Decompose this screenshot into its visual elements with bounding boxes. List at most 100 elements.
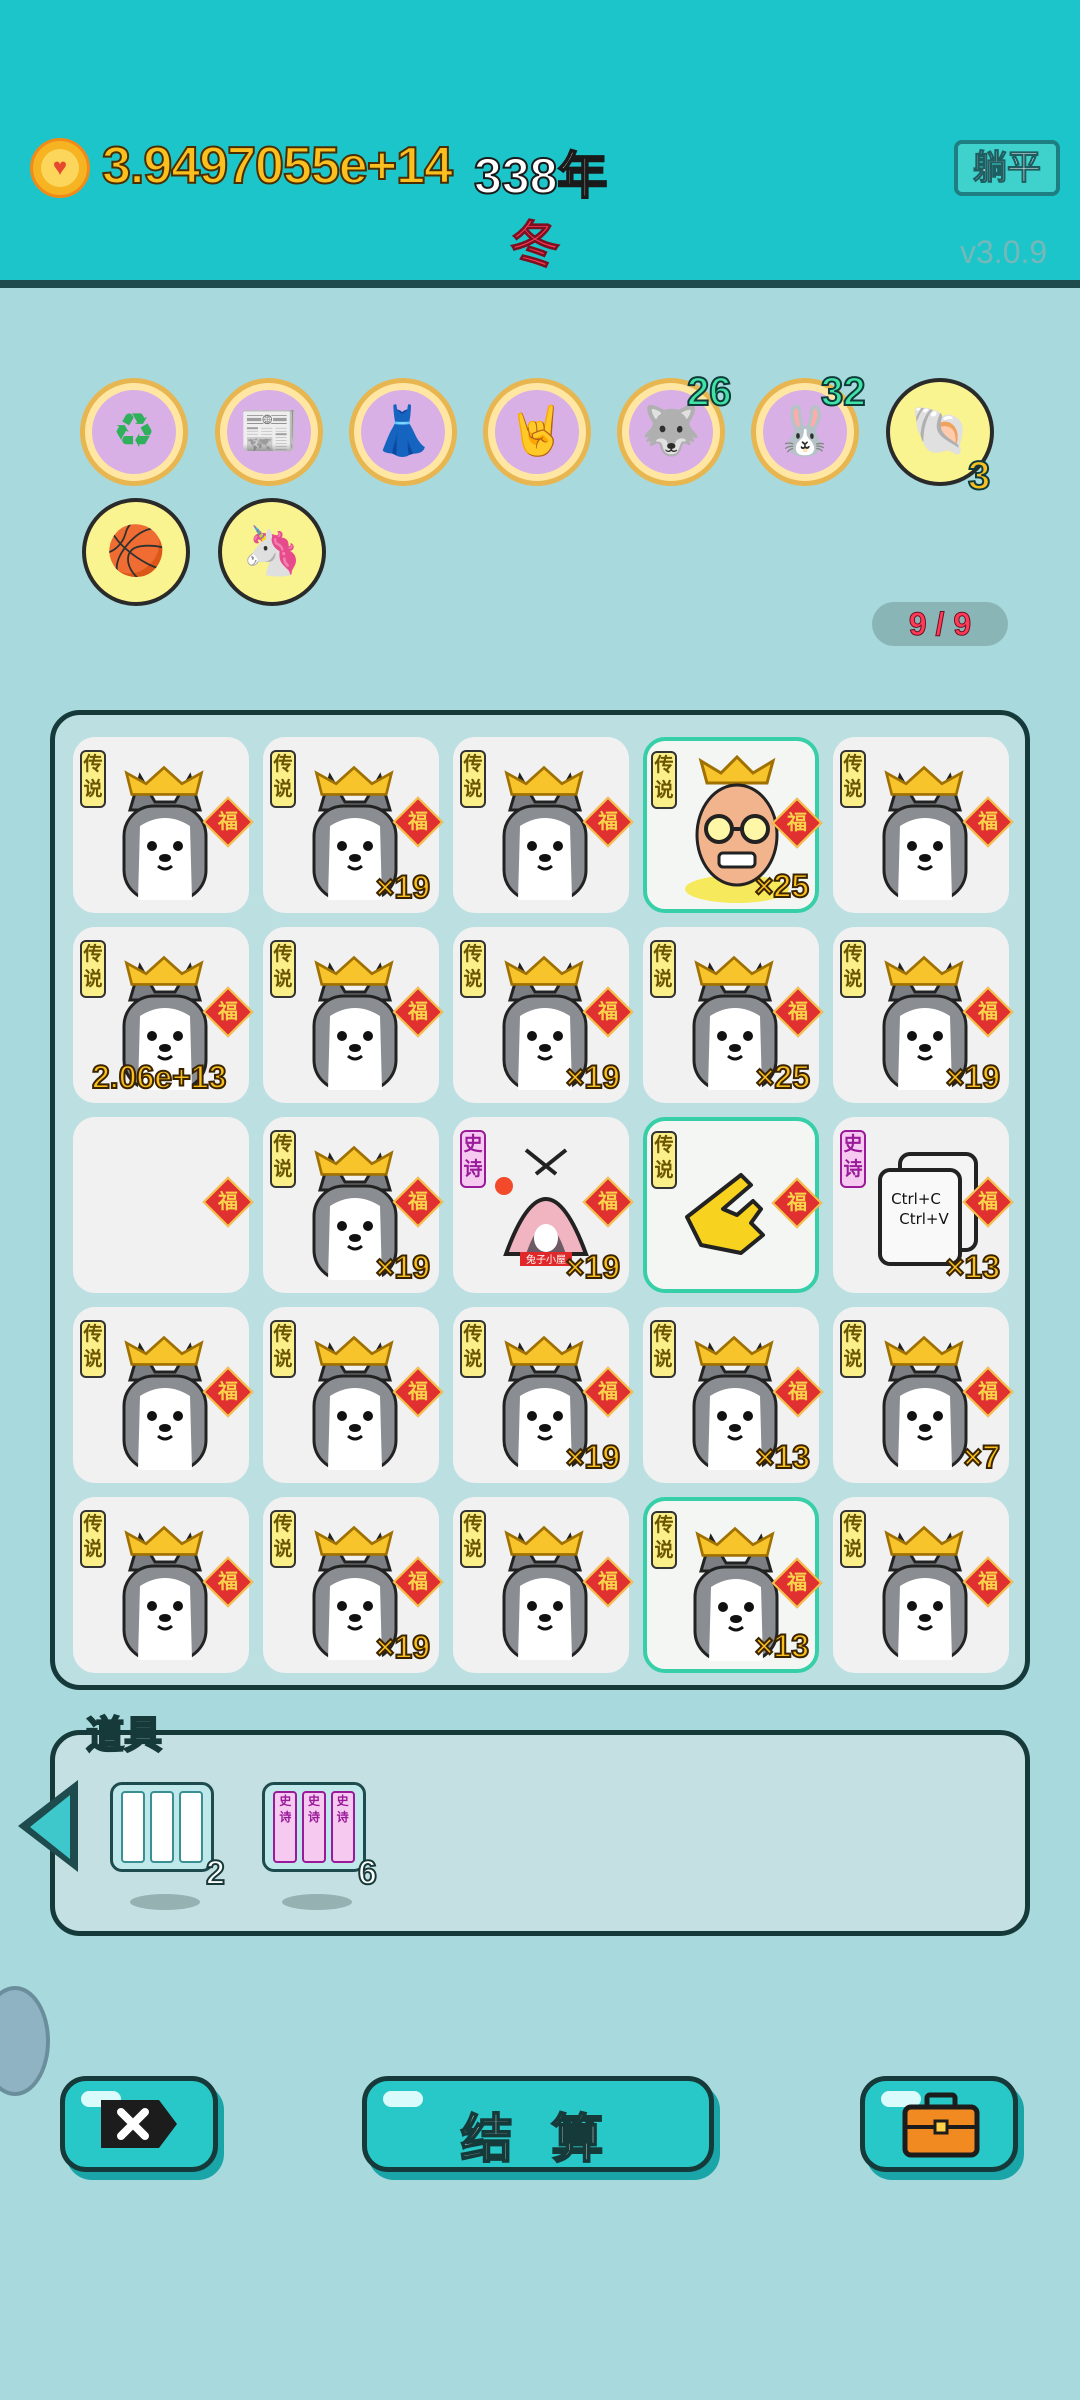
board-cell-2-5[interactable]: 传说福 ×19 [833, 927, 1014, 1103]
symbol-count: ×19 [945, 1058, 1001, 1096]
settle-button[interactable]: 结 算 [362, 2076, 714, 2172]
symbol-count: ×19 [375, 1248, 431, 1286]
rarity-tag: 传说 [651, 1511, 677, 1569]
board-cell-3-1[interactable]: 福 [73, 1117, 254, 1293]
fortune-badge-label: 福 [978, 1001, 998, 1023]
board-cell-1-3[interactable]: 传说福 [453, 737, 634, 913]
board-cell-4-2[interactable]: 传说福 [263, 1307, 444, 1483]
board-cell-2-2[interactable]: 传说福 [263, 927, 444, 1103]
prop-slot [121, 1791, 146, 1863]
board-cell-5-1[interactable]: 传说福 [73, 1497, 254, 1673]
remove-button[interactable] [60, 2076, 218, 2172]
inventory-button[interactable] [860, 2076, 1018, 2172]
rarity-tag: 传说 [840, 940, 866, 998]
fortune-badge-label: 福 [218, 1381, 238, 1403]
symbol-count: ×19 [565, 1438, 621, 1476]
board-cell-3-5[interactable]: Ctrl+C Ctrl+V 史诗福 ×13 [833, 1117, 1014, 1293]
crown-icon [884, 1525, 964, 1556]
header-divider [0, 280, 1080, 288]
fortune-badge-label: 福 [598, 1191, 618, 1213]
board-cell-4-1[interactable]: 传说福 [73, 1307, 254, 1483]
board-cell-5-3[interactable]: 传说福 [453, 1497, 634, 1673]
crown-icon [124, 955, 204, 986]
board-cell-4-4[interactable]: 传说福 ×13 [643, 1307, 824, 1483]
fortune-badge-label: 福 [598, 1381, 618, 1403]
rarity-tag: 传说 [270, 1320, 296, 1378]
fortune-badge-label: 福 [787, 812, 807, 834]
fortune-badge-label: 福 [408, 1381, 428, 1403]
board-cell-5-4[interactable]: 传说福 ×13 [643, 1497, 823, 1673]
rarity-tag: 史诗 [840, 1130, 866, 1188]
symbol-count: ×19 [375, 1628, 431, 1666]
fortune-badge-label: 福 [788, 1001, 808, 1023]
fortune-badge-label: 福 [218, 1001, 238, 1023]
board-cell-5-5[interactable]: 传说福 [833, 1497, 1014, 1673]
fortune-badge-label: 福 [598, 811, 618, 833]
remove-icon [101, 2100, 177, 2148]
board-cell-1-1[interactable]: 传说福 [73, 737, 254, 913]
board-cell-2-3[interactable]: 传说福 ×19 [453, 927, 634, 1103]
recycle-icon[interactable]: ♻ [80, 378, 188, 486]
rock-hand-icon[interactable]: 🤘 [483, 378, 591, 486]
symbol-count: ×19 [565, 1058, 621, 1096]
rarity-tag: 传说 [460, 1320, 486, 1378]
rarity-tag: 传说 [80, 1510, 106, 1568]
symbol-count: ×25 [755, 1058, 811, 1096]
crown-icon [884, 1335, 964, 1366]
crown-icon [884, 955, 964, 986]
fortune-badge-label: 福 [408, 1001, 428, 1023]
rarity-tag: 传说 [460, 1510, 486, 1568]
board-cell-4-5[interactable]: 传说福 ×7 [833, 1307, 1014, 1483]
avatar[interactable] [0, 1986, 50, 2096]
symbol-count: 2.06e+13 [91, 1058, 227, 1096]
pointing-hand-icon [685, 1173, 765, 1255]
prop-slot: 史诗 [301, 1791, 326, 1863]
board-cell-1-2[interactable]: 传说福 ×19 [263, 737, 444, 913]
board-cell-1-4[interactable]: 传说福 ×25 [643, 737, 823, 913]
time-magazine-icon[interactable]: 📰 [215, 378, 323, 486]
basketballs-icon[interactable]: 🏀 [82, 498, 190, 606]
briefcase-icon [902, 2092, 980, 2158]
rarity-tag: 传说 [651, 751, 677, 809]
board-cell-3-2[interactable]: 传说福 ×19 [263, 1117, 444, 1293]
version-label: v3.0.9 [960, 234, 1048, 270]
reroll-card-icon [110, 1782, 214, 1872]
prop-item-epic-reroll[interactable]: 史诗 史诗 史诗 6 [262, 1782, 378, 1910]
rarity-tag: 传说 [840, 1320, 866, 1378]
crown-icon [504, 1525, 584, 1556]
prop-slot: 史诗 [273, 1791, 298, 1863]
relic-count-badge: 26 [686, 369, 732, 415]
props-back-arrow-fill [30, 1795, 70, 1859]
fortune-badge-label: 福 [787, 1572, 807, 1594]
crown-icon [314, 1145, 394, 1176]
svg-text:Ctrl+C: Ctrl+C [891, 1190, 941, 1208]
lie-flat-button[interactable]: 躺平 [954, 140, 1060, 196]
unicorn-icon[interactable]: 🦄 [218, 498, 326, 606]
skirt-icon[interactable]: 👗 [349, 378, 457, 486]
board-cell-4-3[interactable]: 传说福 ×19 [453, 1307, 634, 1483]
fortune-badge-label: 福 [408, 1191, 428, 1213]
fortune-badge-label: 福 [978, 1381, 998, 1403]
crown-icon [695, 1526, 775, 1557]
prop-slot [149, 1791, 174, 1863]
crown-icon [694, 1335, 774, 1366]
symbol-count: ×19 [375, 868, 431, 906]
rarity-tag: 传说 [270, 750, 296, 808]
prop-item-blank-reroll[interactable]: 2 [110, 1782, 226, 1910]
symbol-count: ×13 [755, 1438, 811, 1476]
board-cell-1-5[interactable]: 传说福 [833, 737, 1014, 913]
symbol-count: ×13 [754, 1627, 810, 1665]
board-cell-3-4[interactable]: 传说福 [643, 1117, 823, 1293]
board-cell-5-2[interactable]: 传说福 ×19 [263, 1497, 444, 1673]
coin-amount: 3.9497055e+14 [101, 136, 454, 196]
board-cell-3-3[interactable]: 兔子小屋 史诗福 ×19 [453, 1117, 634, 1293]
prop-slot [178, 1791, 203, 1863]
props-title: 道具 [85, 1714, 163, 1758]
board-cell-2-1[interactable]: 传说福 2.06e+13 [73, 927, 254, 1103]
symbol-count: ×7 [963, 1438, 1002, 1476]
fortune-badge-label: 福 [787, 1192, 807, 1214]
board-cell-2-4[interactable]: 传说福 ×25 [643, 927, 824, 1103]
svg-text:Ctrl+V: Ctrl+V [899, 1210, 949, 1228]
year-counter: 338年 [473, 147, 608, 205]
rarity-tag: 传说 [840, 1510, 866, 1568]
